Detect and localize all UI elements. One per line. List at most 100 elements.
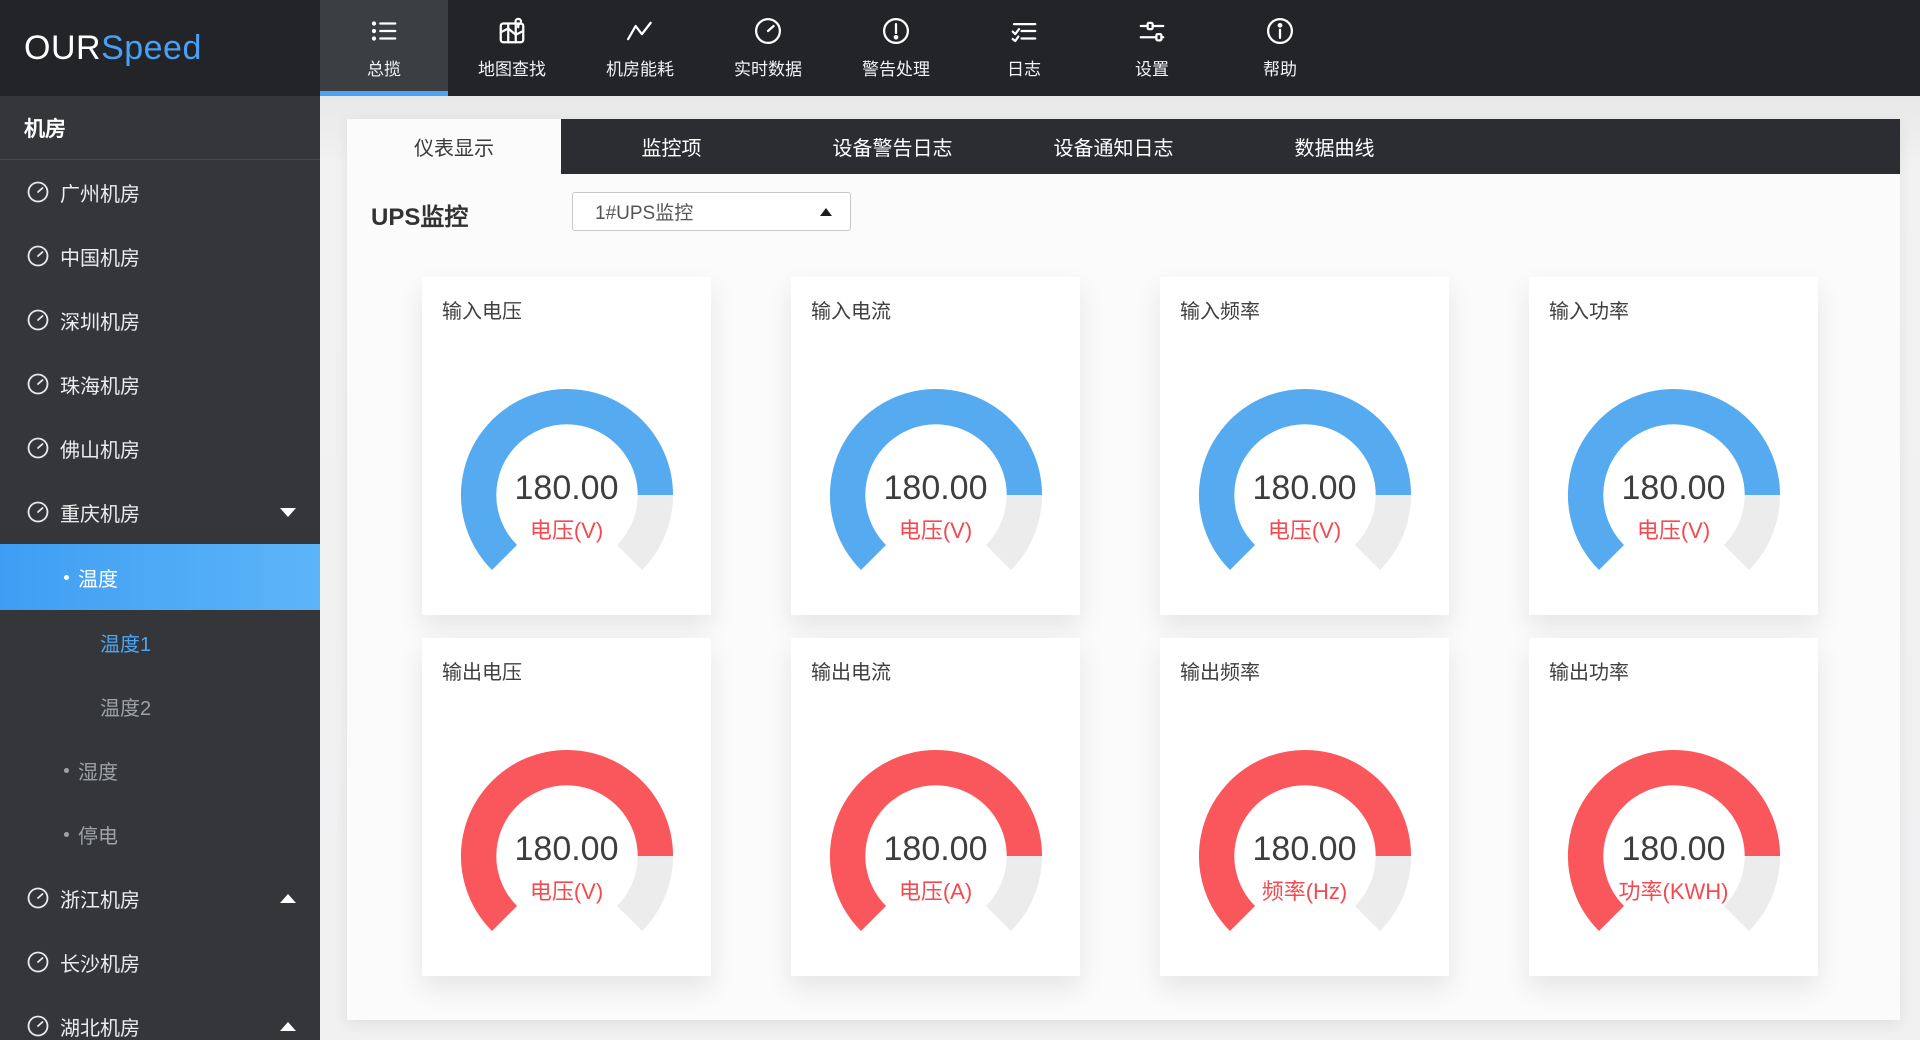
nav-item-overview[interactable]: 总揽 [320,0,448,96]
ups-device-select-value: 1#UPS监控 [595,198,693,225]
gauge-card-output-voltage: 输出电压 180.00 电压(V) [422,638,711,976]
sidebar-item-foshan[interactable]: 佛山机房 [0,416,320,480]
settings-sliders-icon [1137,16,1167,46]
sidebar-item-zhongguo[interactable]: 中国机房 [0,224,320,288]
nav-item-energy[interactable]: 机房能耗 [576,0,704,96]
gauge-card-input-power: 输入功率 180.00 电压(V) [1529,277,1818,615]
gauge-unit-label: 功率(KWH) [1566,874,1782,906]
gauge-unit-label: 电压(V) [828,513,1044,545]
nav-label: 机房能耗 [606,55,674,80]
realtime-gauge-icon [753,16,783,46]
sidebar-item-temperature2[interactable]: 温度2 [0,674,320,738]
topbar: OURSpeed 总揽 地图查找 机房能耗 实时数据 [0,0,1920,96]
nav-item-map-search[interactable]: 地图查找 [448,0,576,96]
map-search-icon [497,16,527,46]
sidebar-item-power-outage[interactable]: 停电 [0,802,320,866]
gauge-card-title: 输入电流 [811,295,891,324]
overview-list-icon [369,16,399,46]
gauge-card-output-frequency: 输出频率 180.00 频率(Hz) [1160,638,1449,976]
gauge: 180.00 电压(A) [828,748,1044,964]
nav-item-settings[interactable]: 设置 [1088,0,1216,96]
gauge-card-title: 输出频率 [1180,656,1260,685]
tab-device-alert-log[interactable]: 设备警告日志 [782,119,1003,174]
gauge-card-title: 输出电压 [442,656,522,685]
nav-item-logs[interactable]: 日志 [960,0,1088,96]
tab-strip: 监控项 设备警告日志 设备通知日志 数据曲线 [561,119,1900,174]
energy-pulse-icon [625,16,655,46]
bullet-dot [64,768,69,773]
gauge-icon [26,308,50,332]
sidebar-item-zhejiang[interactable]: 浙江机房 [0,866,320,930]
gauge: 180.00 电压(V) [459,387,675,603]
tab-bar: 仪表显示 监控项 设备警告日志 设备通知日志 数据曲线 [347,119,1900,174]
chevron-down-icon [280,508,296,517]
gauge-icon [26,180,50,204]
gauge: 180.00 电压(V) [459,748,675,964]
chevron-up-icon [280,894,296,903]
gauge-card-title: 输入频率 [1180,295,1260,324]
tab-monitor-items[interactable]: 监控项 [561,119,782,174]
gauge-card-title: 输入功率 [1549,295,1629,324]
gauge-value: 180.00 [459,830,675,869]
gauge-value: 180.00 [1566,469,1782,508]
gauge-card-title: 输入电压 [442,295,522,324]
sidebar-item-temperature1[interactable]: 温度1 [0,610,320,674]
logo-text-speed: Speed [101,29,202,68]
sidebar-section-title: 机房 [0,96,320,160]
nav-label: 实时数据 [734,55,802,80]
chevron-up-icon [280,1022,296,1031]
nav-label: 总揽 [367,55,401,80]
help-info-icon [1265,16,1295,46]
content-panel: 仪表显示 监控项 设备警告日志 设备通知日志 数据曲线 UPS监控 1#UPS监… [347,119,1900,1020]
nav-item-help[interactable]: 帮助 [1216,0,1344,96]
top-nav: 总揽 地图查找 机房能耗 实时数据 警告处理 [320,0,1344,96]
gauge-icon [26,244,50,268]
sidebar-item-chongqing[interactable]: 重庆机房 [0,480,320,544]
nav-item-alerts[interactable]: 警告处理 [832,0,960,96]
ups-device-select[interactable]: 1#UPS监控 [572,192,851,231]
chevron-up-icon [820,208,832,216]
gauge-value: 180.00 [1197,469,1413,508]
gauge-unit-label: 频率(Hz) [1197,874,1413,906]
gauge-card-input-frequency: 输入频率 180.00 电压(V) [1160,277,1449,615]
gauge-value: 180.00 [828,469,1044,508]
ups-section-label: UPS监控 [371,197,468,232]
gauge-icon [26,1014,50,1038]
gauge-card-title: 输出功率 [1549,656,1629,685]
tab-data-curve[interactable]: 数据曲线 [1224,119,1445,174]
sidebar: 机房 广州机房 中国机房 深圳机房 珠海机房 佛山机房 重庆机房 温度 温度1 … [0,96,320,1040]
sidebar-item-temperature[interactable]: 温度 [0,544,320,610]
gauge-value: 180.00 [1197,830,1413,869]
gauge-card-title: 输出电流 [811,656,891,685]
sidebar-item-hubei[interactable]: 湖北机房 [0,994,320,1040]
tab-device-notify-log[interactable]: 设备通知日志 [1003,119,1224,174]
main-content: 仪表显示 监控项 设备警告日志 设备通知日志 数据曲线 UPS监控 1#UPS监… [320,96,1920,1040]
gauge-icon [26,436,50,460]
tab-gauge-display[interactable]: 仪表显示 [347,119,561,174]
sidebar-item-zhuhai[interactable]: 珠海机房 [0,352,320,416]
sidebar-item-guangzhou[interactable]: 广州机房 [0,160,320,224]
nav-label: 设置 [1135,55,1169,80]
nav-label: 帮助 [1263,55,1297,80]
gauge: 180.00 电压(V) [1566,387,1782,603]
gauge-value: 180.00 [459,469,675,508]
gauge-unit-label: 电压(V) [1197,513,1413,545]
alert-circle-icon [881,16,911,46]
nav-item-realtime[interactable]: 实时数据 [704,0,832,96]
app-logo: OURSpeed [24,0,202,96]
sidebar-item-humidity[interactable]: 湿度 [0,738,320,802]
gauge: 180.00 频率(Hz) [1197,748,1413,964]
bullet-dot [64,832,69,837]
gauge-icon [26,886,50,910]
sidebar-item-shenzhen[interactable]: 深圳机房 [0,288,320,352]
bullet-dot [64,575,69,580]
nav-label: 地图查找 [478,55,546,80]
gauge-card-input-current: 输入电流 180.00 电压(V) [791,277,1080,615]
gauge-icon [26,500,50,524]
logo-text-our: OUR [24,29,101,68]
gauge-card-input-voltage: 输入电压 180.00 电压(V) [422,277,711,615]
gauge: 180.00 电压(V) [828,387,1044,603]
sidebar-item-changsha[interactable]: 长沙机房 [0,930,320,994]
gauge-card-output-current: 输出电流 180.00 电压(A) [791,638,1080,976]
gauge-unit-label: 电压(V) [459,874,675,906]
